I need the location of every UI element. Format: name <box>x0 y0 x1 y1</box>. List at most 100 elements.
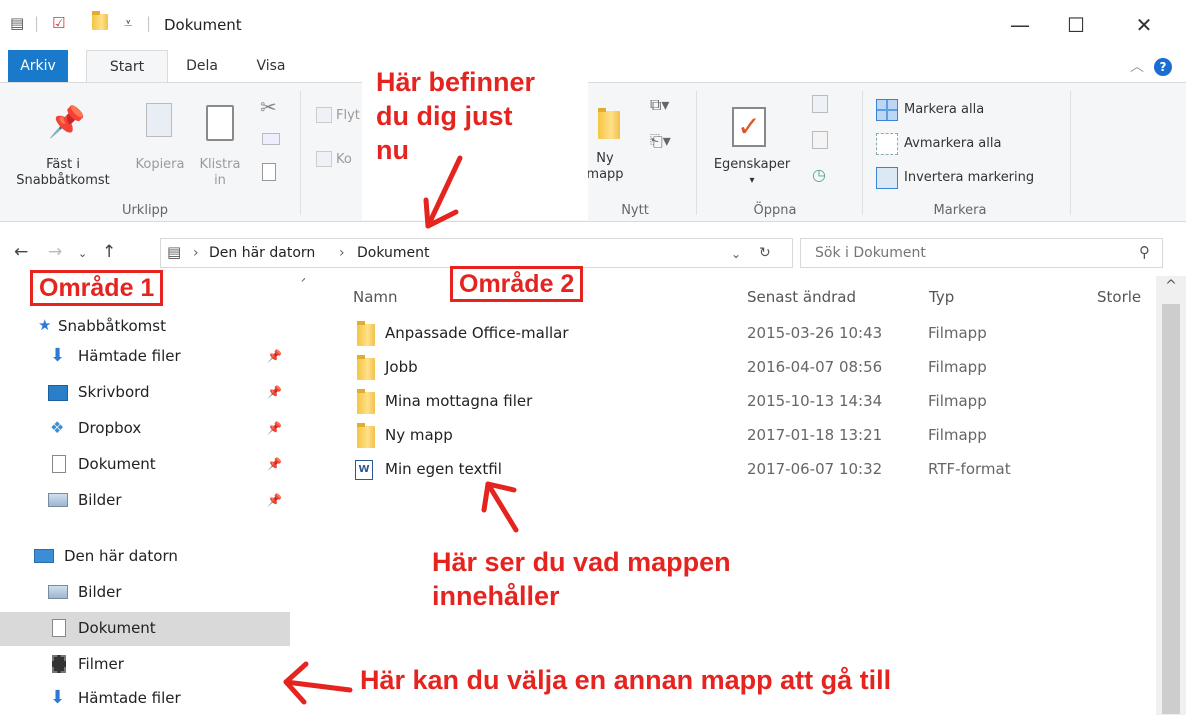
folder-icon <box>357 389 375 414</box>
column-name[interactable]: Namn <box>353 288 398 306</box>
nav-quick-access[interactable]: ★ Snabbåtkomst <box>0 310 290 344</box>
pin-icon[interactable]: 📌 <box>267 421 282 435</box>
tab-arkiv[interactable]: Arkiv <box>8 50 68 82</box>
pin-icon[interactable]: 📌 <box>267 385 282 399</box>
minimize-button[interactable]: — <box>1000 8 1040 42</box>
pin-label-2: Snabbåtkomst <box>16 173 110 188</box>
dropbox-icon: ❖ <box>50 418 65 437</box>
breadcrumb-dokument[interactable]: Dokument <box>357 245 430 261</box>
ribbon-separator-3 <box>862 91 863 215</box>
new-folder-icon <box>598 108 620 139</box>
scroll-up-icon[interactable]: ^ <box>1156 278 1186 294</box>
location-icon: ▤ <box>167 243 182 261</box>
file-row[interactable]: W Min egen textfil 2017-06-07 10:32 RTF-… <box>345 454 1155 486</box>
pin-label-1: Fäst i <box>46 157 80 172</box>
edit-icon[interactable] <box>812 131 828 149</box>
forward-button[interactable]: → <box>48 242 62 262</box>
file-row[interactable]: Jobb 2016-04-07 08:56 Filmapp <box>345 352 1155 384</box>
column-type[interactable]: Typ <box>929 288 954 306</box>
address-dropdown-icon[interactable]: ⌄ <box>731 247 741 261</box>
pin-icon: 📌 <box>48 105 86 140</box>
paste-shortcut-icon[interactable] <box>262 163 276 181</box>
search-input[interactable] <box>815 243 1115 263</box>
nav-pc-videos[interactable]: Filmer <box>0 648 290 682</box>
invert-selection-button[interactable]: Invertera markering <box>904 170 1034 186</box>
nav-label: Filmer <box>78 655 124 673</box>
annotation-contents-line-2: innehåller <box>432 581 560 611</box>
maximize-button[interactable]: ☐ <box>1056 8 1096 42</box>
properties-quick-icon[interactable]: ▤ <box>10 14 24 32</box>
help-icon[interactable]: ? <box>1154 58 1172 76</box>
pin-icon[interactable]: 📌 <box>267 457 282 471</box>
copy-to-button[interactable]: Ko <box>336 152 352 168</box>
search-icon[interactable]: ⚲ <box>1139 243 1150 261</box>
collapse-ribbon-icon[interactable]: ︿ <box>1130 56 1144 76</box>
back-button[interactable]: ← <box>14 242 28 262</box>
easy-access-icon[interactable]: ⎗▾ <box>650 131 671 151</box>
nav-label: Bilder <box>78 491 122 509</box>
address-bar[interactable]: ▤ › Den här datorn › Dokument ⌄ ↻ <box>160 238 793 268</box>
scrollbar-thumb[interactable] <box>1162 304 1180 714</box>
file-name: Ny mapp <box>385 426 453 444</box>
properties-button[interactable]: ✓ Egenskaper ▾ <box>700 91 804 195</box>
pin-icon[interactable]: 📌 <box>267 493 282 507</box>
nav-item-downloads[interactable]: ⬇ Hämtade filer 📌 <box>0 340 290 374</box>
nav-item-dropbox[interactable]: ❖ Dropbox 📌 <box>0 412 290 446</box>
nav-label: Skrivbord <box>78 383 150 401</box>
file-list-scrollbar[interactable]: ^ <box>1156 276 1186 715</box>
annotation-here-line-2: du dig just <box>376 101 513 131</box>
ribbon: 📌 Fäst i Snabbåtkomst Kopiera Klistra in… <box>0 82 1186 222</box>
paste-label-1: Klistra <box>199 157 241 172</box>
search-box[interactable]: ⚲ <box>800 238 1163 268</box>
word-document-icon: W <box>355 460 373 480</box>
move-icon <box>316 107 332 123</box>
select-none-button[interactable]: Avmarkera alla <box>904 136 1001 152</box>
open-icon[interactable] <box>812 95 828 113</box>
qa-dropdown-icon[interactable]: ⩡ <box>124 14 132 32</box>
tab-visa[interactable]: Visa <box>246 50 296 82</box>
scissors-icon[interactable]: ✂ <box>260 95 277 119</box>
breadcrumb-this-pc[interactable]: Den här datorn <box>209 245 315 261</box>
checkbox-quick-icon[interactable]: ☑ <box>52 14 65 32</box>
column-date[interactable]: Senast ändrad <box>747 288 856 306</box>
nav-pc-documents[interactable]: Dokument <box>0 612 290 646</box>
file-row[interactable]: Mina mottagna filer 2015-10-13 14:34 Fil… <box>345 386 1155 418</box>
file-name: Jobb <box>385 358 418 376</box>
copy-button[interactable]: Kopiera <box>126 91 194 191</box>
file-row[interactable]: Anpassade Office-mallar 2015-03-26 10:43… <box>345 318 1155 350</box>
ribbon-tabs: Arkiv Start Dela Visa ︿ ? <box>0 50 1186 82</box>
tab-start[interactable]: Start <box>86 50 168 82</box>
refresh-icon[interactable]: ↻ <box>759 245 771 261</box>
nav-label: Dropbox <box>78 419 142 437</box>
nav-label: Snabbåtkomst <box>58 317 166 335</box>
crumb-separator-icon: › <box>193 245 199 261</box>
nav-item-desktop[interactable]: Skrivbord 📌 <box>0 376 290 410</box>
pin-icon[interactable]: 📌 <box>267 349 282 363</box>
pin-button[interactable]: 📌 Fäst i Snabbåtkomst <box>4 91 122 191</box>
history-icon[interactable]: ◷ <box>812 165 826 184</box>
nav-pc-downloads[interactable]: ⬇ Hämtade filer <box>0 682 290 716</box>
up-button[interactable]: ↑ <box>102 242 116 262</box>
paste-button[interactable]: Klistra in <box>196 91 244 191</box>
group-urklipp: Urklipp <box>121 203 169 218</box>
nav-pc-pictures[interactable]: Bilder <box>0 576 290 610</box>
nav-item-pictures[interactable]: Bilder 📌 <box>0 484 290 518</box>
select-all-button[interactable]: Markera alla <box>904 102 984 118</box>
document-icon <box>52 619 66 637</box>
file-row[interactable]: Ny mapp 2017-01-18 13:21 Filmapp <box>345 420 1155 452</box>
recent-locations-icon[interactable]: ⌄ <box>78 247 87 260</box>
close-button[interactable]: ✕ <box>1124 8 1164 42</box>
move-to-button[interactable]: Flyt <box>336 108 360 124</box>
nav-item-documents[interactable]: Dokument 📌 <box>0 448 290 482</box>
nav-this-pc[interactable]: Den här datorn <box>0 540 290 574</box>
pictures-icon <box>48 585 68 599</box>
select-none-icon <box>876 133 898 155</box>
copy-icon <box>146 103 172 137</box>
copy-path-icon[interactable] <box>262 133 280 145</box>
column-size[interactable]: Storle <box>1097 288 1141 306</box>
annotation-here-line-3: nu <box>376 135 409 165</box>
new-folder-button[interactable]: Ny mapp <box>580 91 638 191</box>
new-item-icon[interactable]: ⧉▾ <box>650 95 669 115</box>
nav-label: Bilder <box>78 583 122 601</box>
tab-dela[interactable]: Dela <box>172 50 232 82</box>
